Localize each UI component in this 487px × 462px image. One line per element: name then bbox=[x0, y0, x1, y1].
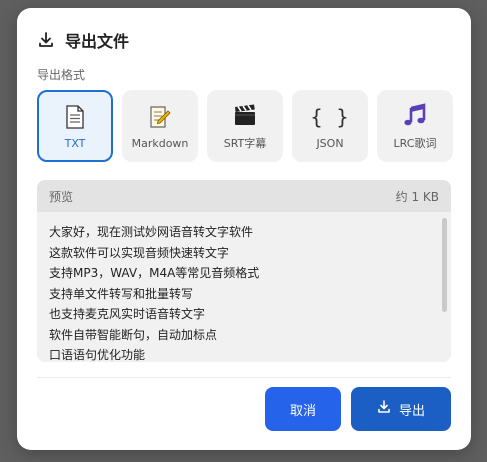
document-icon bbox=[65, 103, 85, 131]
format-option-lrc[interactable]: LRC歌词 bbox=[377, 90, 453, 162]
format-label: JSON bbox=[316, 136, 344, 150]
preview-line: 大家好，现在测试妙网语音转文字软件 bbox=[49, 225, 254, 239]
preview-scrollbar[interactable] bbox=[442, 218, 447, 312]
preview-content[interactable]: 大家好，现在测试妙网语音转文字软件 这款软件可以实现音频快速转文字 支持MP3，… bbox=[37, 212, 451, 362]
format-option-txt[interactable]: TXT bbox=[37, 90, 113, 162]
preview-line: 软件自带智能断句，自动加标点 bbox=[49, 327, 218, 342]
preview-panel: 预览 约 1 KB 大家好，现在测试妙网语音转文字软件 这款软件可以实现音频快速… bbox=[37, 180, 451, 362]
clapperboard-icon bbox=[233, 101, 257, 129]
cancel-button-label: 取消 bbox=[289, 403, 316, 419]
footer-divider bbox=[37, 377, 451, 378]
preview-line: 这款软件可以实现音频快速转文字 bbox=[49, 245, 230, 260]
dialog-title: 导出文件 bbox=[65, 32, 130, 51]
preview-line: 支持单文件转写和批量转写 bbox=[49, 286, 194, 301]
format-label: Markdown bbox=[131, 136, 189, 150]
dialog-header: 导出文件 bbox=[37, 28, 129, 52]
format-option-srt[interactable]: SRT字幕 bbox=[207, 90, 283, 162]
format-label: LRC歌词 bbox=[393, 137, 437, 150]
memo-icon bbox=[148, 103, 172, 131]
braces-icon: { } bbox=[310, 104, 350, 129]
preview-line: 口语语句优化功能 bbox=[49, 348, 146, 362]
format-option-markdown[interactable]: Markdown bbox=[122, 90, 198, 162]
format-label: TXT bbox=[64, 136, 86, 150]
cancel-button[interactable]: 取消 bbox=[265, 387, 341, 431]
preview-label: 预览 bbox=[49, 189, 74, 204]
download-icon bbox=[37, 31, 55, 49]
format-option-json[interactable]: { } JSON bbox=[292, 90, 368, 162]
download-icon bbox=[377, 400, 391, 418]
preview-line: 也支持麦克风实时语音转文字 bbox=[49, 307, 206, 321]
preview-line: 支持MP3，WAV，M4A等常见音频格式 bbox=[49, 266, 260, 280]
format-options: TXT Markdown SRT字幕 {} JSON LRC歌词 bbox=[37, 90, 453, 162]
preview-header: 预览 约 1 KB bbox=[37, 180, 451, 212]
file-size-label: 约 1 KB bbox=[395, 189, 439, 204]
format-section-label: 导出格式 bbox=[37, 68, 86, 82]
export-button[interactable]: 导出 bbox=[351, 387, 451, 431]
export-dialog: 导出文件 导出格式 TXT Markdown SRT字幕 {} JSON LR… bbox=[17, 8, 471, 450]
format-label: SRT字幕 bbox=[223, 137, 267, 150]
music-notes-icon bbox=[403, 101, 427, 129]
export-button-label: 导出 bbox=[398, 403, 425, 419]
